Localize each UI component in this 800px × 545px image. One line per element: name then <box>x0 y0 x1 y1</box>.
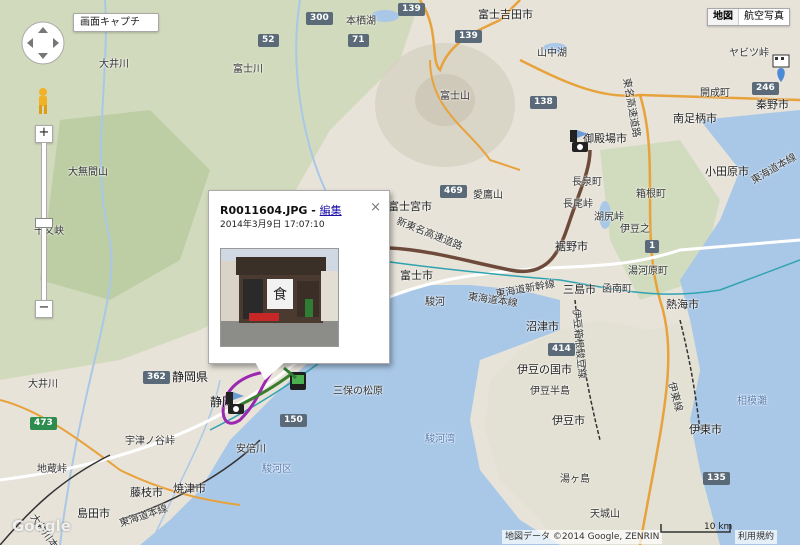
label-kannami: 函南町 <box>602 284 632 295</box>
map-type-control: 地図 航空写真 <box>707 8 790 26</box>
pan-control[interactable] <box>20 20 66 66</box>
label-shimada: 島田市 <box>77 507 110 520</box>
label-oigawa: 大井川 <box>99 59 129 70</box>
label-suruga-wan: 駿河湾 <box>425 434 455 445</box>
label-utsunoya: 宇津ノ谷峠 <box>125 436 175 447</box>
label-susono: 裾野市 <box>555 240 588 253</box>
label-abekawa: 安倍川 <box>236 444 266 455</box>
close-icon[interactable]: × <box>370 201 381 214</box>
camera-marker-gotemba[interactable] <box>568 128 592 154</box>
selected-photo-marker[interactable] <box>282 366 308 392</box>
label-suruga-ku: 駿河区 <box>262 464 292 475</box>
label-mishima: 三島市 <box>563 283 596 296</box>
label-amagi: 天城山 <box>590 509 620 520</box>
label-miho: 三保の松原 <box>333 386 383 397</box>
photo-infowindow: R0011604.JPG - 編集 2014年3月9日 17:07:10 × 食 <box>208 190 390 364</box>
label-kojiri: 湖尻峠 <box>594 212 624 223</box>
infowindow-tail <box>255 362 285 380</box>
terms-link[interactable]: 利用規約 <box>735 530 778 544</box>
route-shield: 1 <box>645 240 660 253</box>
edit-link[interactable]: 編集 <box>320 204 342 217</box>
zoom-out-button[interactable]: − <box>35 300 53 318</box>
pegman-icon[interactable] <box>35 87 51 115</box>
scale-label: 10 km <box>704 522 733 532</box>
label-nagao: 長尾峠 <box>563 199 593 210</box>
label-fujikawa: 富士川 <box>233 64 263 75</box>
label-hakone: 箱根町 <box>636 189 666 200</box>
screen-capture-button[interactable]: 画面キャプチャ... <box>73 13 159 32</box>
label-oigawa2: 大井川 <box>28 379 58 390</box>
label-kaisei: 開成町 <box>700 88 730 99</box>
map-type-map-button[interactable]: 地図 <box>708 9 738 25</box>
label-daimugen: 大無間山 <box>68 167 108 178</box>
label-fuji: 富士市 <box>400 269 433 282</box>
map-attribution: 地図データ ©2014 Google, ZENRIN <box>502 530 663 544</box>
label-izu: 伊豆市 <box>552 414 585 427</box>
svg-text:食: 食 <box>273 286 287 303</box>
infowindow-title: R0011604.JPG - 編集 <box>220 202 342 218</box>
route-shield: 414 <box>548 343 575 356</box>
label-yugawara: 湯河原町 <box>628 266 668 277</box>
label-atami: 熱海市 <box>666 298 699 311</box>
map-canvas[interactable]: 本栖湖 富士吉田市 山中湖 富士山 富士宮市 御殿場市 長泉町 裾野市 三島市 … <box>0 0 800 545</box>
label-minamiashigara: 南足柄市 <box>673 112 717 125</box>
label-izumoto: 伊豆之 <box>620 224 650 235</box>
route-shield: 71 <box>348 34 369 47</box>
label-hadano: 秦野市 <box>756 98 789 111</box>
label-nagaizumi: 長泉町 <box>572 177 602 188</box>
label-numazu: 沼津市 <box>526 320 559 333</box>
label-ito: 伊東市 <box>689 423 722 436</box>
label-fujiyoshida: 富士吉田市 <box>478 8 533 21</box>
label-yabitsu: ヤビツ峠 <box>729 48 769 59</box>
photo-filename: R0011604.JPG <box>220 204 308 217</box>
label-yamanakako: 山中湖 <box>537 48 567 59</box>
label-izunokuni: 伊豆の国市 <box>517 363 572 376</box>
route-shield: 138 <box>530 96 557 109</box>
label-fujisan: 富士山 <box>440 91 470 102</box>
route-shield: 135 <box>703 472 730 485</box>
label-suruga: 駿河 <box>425 297 445 308</box>
zoom-in-button[interactable]: + <box>35 125 53 143</box>
route-shield: 150 <box>280 414 307 427</box>
camera-marker-shizuoka[interactable] <box>224 390 248 416</box>
label-yugashima: 湯ヶ島 <box>560 474 590 485</box>
route-shield: 52 <box>258 34 279 47</box>
route-shield: 300 <box>306 12 333 25</box>
label-izuhanto: 伊豆半島 <box>530 386 570 397</box>
film-marker[interactable] <box>772 54 792 84</box>
label-yaizu: 焼津市 <box>173 482 206 495</box>
label-honsuko: 本栖湖 <box>346 16 376 27</box>
route-shield: 139 <box>455 30 482 43</box>
route-shield: 139 <box>398 3 425 16</box>
map-type-satellite-button[interactable]: 航空写真 <box>738 9 789 25</box>
zoom-slider-thumb[interactable] <box>35 218 53 228</box>
label-shizuoka-pref: 静岡県 <box>172 370 209 384</box>
title-separator: - <box>307 204 320 217</box>
route-shield: 362 <box>143 371 170 384</box>
photo-datetime: 2014年3月9日 17:07:10 <box>220 220 325 230</box>
label-sagaminada: 相模灘 <box>737 396 767 407</box>
photo-thumbnail[interactable]: 食 <box>220 248 339 347</box>
label-fujinomiya: 富士宮市 <box>388 200 432 213</box>
route-shield: 469 <box>440 185 467 198</box>
route-shield: 473 <box>30 417 57 430</box>
label-fujieda: 藤枝市 <box>130 486 163 499</box>
label-jizogatake: 地蔵峠 <box>37 464 67 475</box>
google-logo[interactable]: Google <box>12 517 71 535</box>
label-odawara: 小田原市 <box>705 165 749 178</box>
label-aitakayama: 愛鷹山 <box>473 190 503 201</box>
